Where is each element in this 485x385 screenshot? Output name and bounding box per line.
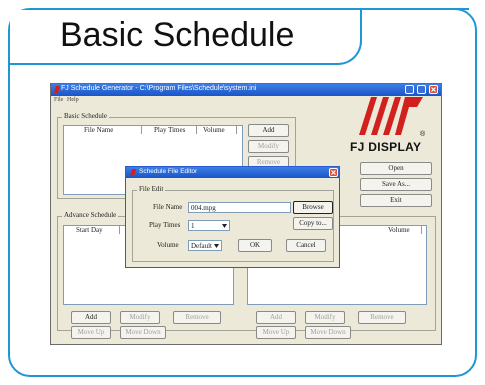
- fj-display-logo-icon: [359, 97, 423, 135]
- close-button[interactable]: [429, 85, 438, 94]
- fj-display-logo-text: FJ DISPLAY: [350, 140, 422, 154]
- menu-help[interactable]: Help: [67, 97, 79, 103]
- col-volume[interactable]: Volume: [201, 126, 237, 134]
- adv-left-modify-button[interactable]: Modify: [120, 311, 160, 324]
- close-icon: [331, 170, 336, 175]
- dialog-title-bar: Schedule File Editor: [126, 167, 339, 178]
- adv-right-modify-button[interactable]: Modify: [305, 311, 345, 324]
- menu-file[interactable]: File: [54, 97, 63, 103]
- col-play-times[interactable]: Play Times: [152, 126, 197, 134]
- file-name-input[interactable]: 004.mpg: [188, 202, 291, 213]
- browse-button[interactable]: Browse: [293, 201, 333, 214]
- frame-top-line: [362, 8, 469, 10]
- col-start-day[interactable]: Start Day: [74, 226, 120, 234]
- exit-button[interactable]: Exit: [360, 194, 432, 207]
- adv-left-move-up-button[interactable]: Move Up: [71, 326, 111, 339]
- ok-button[interactable]: OK: [238, 239, 272, 252]
- save-as-button[interactable]: Save As...: [360, 178, 432, 191]
- basic-modify-button[interactable]: Modify: [248, 140, 289, 153]
- app-title-text: FJ Schedule Generator - C:\Program Files…: [61, 85, 257, 92]
- adv-left-remove-button[interactable]: Remove: [173, 311, 221, 324]
- col-adv-volume[interactable]: Volume: [386, 226, 422, 234]
- chevron-down-icon: [222, 224, 227, 228]
- adv-right-move-down-button[interactable]: Move Down: [305, 326, 351, 339]
- file-edit-legend: File Edit: [137, 185, 166, 193]
- play-times-label: Play Times: [149, 221, 181, 229]
- chevron-down-icon: [214, 244, 219, 248]
- volume-label: Volume: [157, 241, 179, 249]
- cancel-button[interactable]: Cancel: [286, 239, 326, 252]
- adv-right-move-up-button[interactable]: Move Up: [256, 326, 296, 339]
- dialog-logo-icon: [130, 169, 136, 176]
- volume-value: Default: [191, 242, 212, 250]
- adv-right-remove-button[interactable]: Remove: [358, 311, 406, 324]
- copy-to-button[interactable]: Copy to...: [293, 217, 333, 230]
- close-icon: [431, 87, 436, 92]
- file-name-label: File Name: [153, 203, 183, 211]
- schedule-file-editor-dialog: Schedule File Editor File Edit File Name…: [125, 166, 340, 268]
- advance-schedule-legend: Advance Schedule: [62, 211, 119, 219]
- adv-left-add-button[interactable]: Add: [71, 311, 111, 324]
- basic-schedule-legend: Basic Schedule: [62, 112, 109, 120]
- dialog-close-button[interactable]: [329, 168, 338, 177]
- col-file-name[interactable]: File Name: [82, 126, 142, 134]
- volume-select[interactable]: Default: [188, 240, 222, 251]
- basic-add-button[interactable]: Add: [248, 124, 289, 137]
- open-button[interactable]: Open: [360, 162, 432, 175]
- play-times-select[interactable]: 1: [188, 220, 230, 231]
- app-logo-icon: [54, 86, 60, 93]
- slide-title: Basic Schedule: [60, 16, 295, 54]
- play-times-value: 1: [191, 222, 195, 230]
- registered-mark: ®: [420, 131, 426, 138]
- dialog-title-text: Schedule File Editor: [139, 168, 198, 175]
- adv-right-add-button[interactable]: Add: [256, 311, 296, 324]
- adv-left-move-down-button[interactable]: Move Down: [120, 326, 166, 339]
